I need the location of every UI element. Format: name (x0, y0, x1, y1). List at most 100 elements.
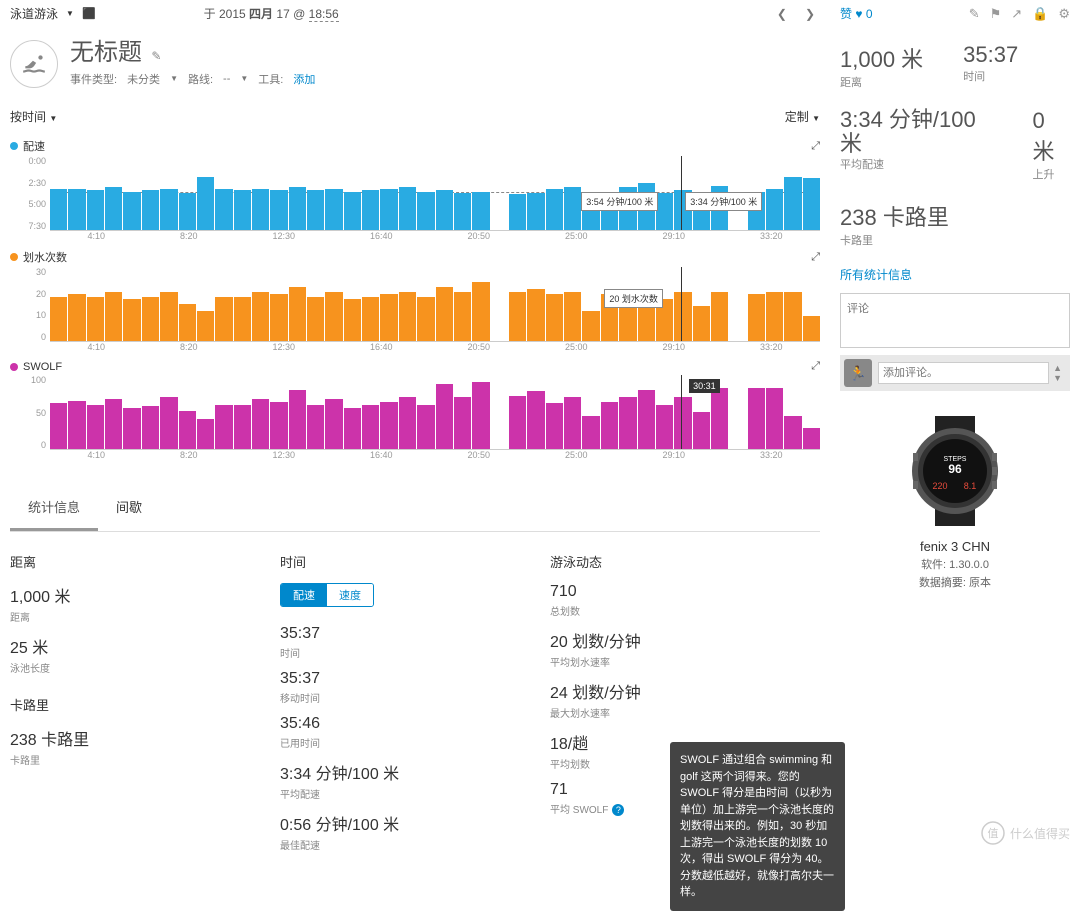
stroke-y-axis: 30 20 10 0 (10, 267, 50, 342)
chart-bar (564, 292, 581, 341)
device-name: fenix 3 CHN (840, 539, 1070, 554)
avg-pace-label: 平均配速 (280, 786, 535, 801)
chart-bar (748, 388, 765, 449)
x-tick: 12:30 (272, 231, 295, 241)
chart-bar (344, 299, 361, 341)
calories-heading: 卡路里 (10, 695, 265, 714)
chart-bar (215, 189, 232, 230)
x-tick: 25:00 (565, 231, 588, 241)
chart-bar (399, 397, 416, 449)
chart-bar (289, 287, 306, 341)
toggle-speed[interactable]: 速度 (327, 584, 373, 606)
sidebar-calories-value: 238 卡路里 (840, 200, 1070, 232)
sidebar-time-label: 时间 (963, 68, 1018, 84)
chart-bar (380, 402, 397, 449)
chart-bar (380, 294, 397, 341)
best-pace-label: 最佳配速 (280, 837, 535, 852)
time-heading: 时间 (280, 552, 535, 571)
prev-activity-icon[interactable]: ❮ (772, 7, 792, 21)
by-time-dropdown[interactable]: 按时间 ▼ (10, 108, 57, 125)
custom-dropdown[interactable]: 定制 ▼ (785, 108, 820, 125)
chart-bar (197, 419, 214, 449)
calories-label: 卡路里 (10, 752, 265, 767)
chart-bar (252, 189, 269, 230)
max-stroke-rate-label: 最大划水速率 (550, 705, 805, 720)
x-tick: 29:10 (662, 342, 685, 352)
all-stats-link[interactable]: 所有统计信息 (840, 266, 1070, 283)
x-tick: 16:40 (370, 450, 393, 460)
like-button[interactable]: 赞 ♥ 0 (840, 5, 873, 22)
chart-bar (399, 187, 416, 230)
chart-bar (68, 189, 85, 230)
tab-stats[interactable]: 统计信息 (10, 485, 98, 531)
route-dropdown-icon[interactable]: ▼ (240, 74, 248, 83)
chart-bar (564, 397, 581, 449)
sidebar-pace-label: 平均配速 (840, 156, 992, 172)
pace-speed-toggle[interactable]: 配速 速度 (280, 583, 374, 607)
event-type-label: 事件类型: (70, 71, 117, 87)
moving-time-value: 35:37 (280, 670, 535, 688)
expand-pace-icon[interactable]: ⤢ (811, 140, 820, 153)
expand-swolf-icon[interactable]: ⤢ (811, 360, 820, 373)
chart-bar (160, 292, 177, 341)
chart-bar (656, 193, 673, 230)
x-tick: 20:50 (467, 342, 490, 352)
activity-type[interactable]: 泳道游泳 (10, 5, 58, 22)
avg-stroke-rate-value: 20 划数/分钟 (550, 628, 805, 652)
chart-bar (784, 177, 801, 230)
event-type-dropdown-icon[interactable]: ▼ (170, 74, 178, 83)
chart-bar (454, 193, 471, 230)
chart-bar (527, 289, 544, 341)
chart-bar (68, 401, 85, 449)
chart-bar (638, 390, 655, 449)
chart-bar (160, 397, 177, 449)
chart-bar (362, 405, 379, 449)
chart-bar (674, 397, 691, 449)
chart-bar (197, 311, 214, 341)
add-comment-input[interactable] (878, 362, 1049, 384)
gear-icon[interactable]: ⚙ (1058, 6, 1070, 22)
chart-bar (436, 190, 453, 230)
moving-time-label: 移动时间 (280, 690, 535, 705)
chart-bar (215, 405, 232, 449)
tools-label: 工具: (258, 71, 283, 87)
x-tick: 20:50 (467, 231, 490, 241)
edit-icon[interactable]: ✎ (969, 6, 980, 22)
svg-text:220: 220 (932, 481, 947, 491)
swolf-help-icon[interactable]: ? (612, 804, 624, 816)
x-tick: 25:00 (565, 342, 588, 352)
chart-bar (436, 287, 453, 341)
expand-stroke-icon[interactable]: ⤢ (811, 251, 820, 264)
chart-bar (472, 282, 489, 341)
avg-stroke-rate-label: 平均划水速率 (550, 654, 805, 669)
chart-bar (105, 292, 122, 341)
comment-spinner-icon[interactable]: ▲▼ (1049, 363, 1066, 383)
share-icon[interactable]: ↗ (1011, 6, 1022, 22)
event-type-value[interactable]: 未分类 (127, 71, 160, 87)
flag-icon[interactable]: ⚑ (990, 6, 1002, 22)
activity-icon (10, 40, 58, 88)
chart-bar (87, 405, 104, 449)
chart-bar (325, 399, 342, 449)
dropdown-icon[interactable]: ▼ (66, 9, 74, 18)
comment-textarea[interactable] (840, 293, 1070, 348)
chart-bar (509, 194, 526, 230)
toggle-pace[interactable]: 配速 (281, 584, 327, 606)
chart-bar (417, 192, 434, 230)
tools-add-link[interactable]: 添加 (293, 71, 315, 87)
chart-bar (344, 192, 361, 230)
x-tick: 8:20 (180, 231, 198, 241)
chart-bar (766, 388, 783, 449)
chart-bar (711, 388, 728, 449)
x-tick: 20:50 (467, 450, 490, 460)
lock-icon[interactable]: 🔒 (1032, 6, 1048, 22)
route-value[interactable]: -- (223, 73, 230, 85)
edit-title-icon[interactable]: ✎ (151, 49, 161, 63)
avg-pace-value: 3:34 分钟/100 米 (280, 760, 535, 784)
chart-bar (50, 189, 67, 230)
next-activity-icon[interactable]: ❯ (800, 7, 820, 21)
chart-bar (307, 190, 324, 230)
chart-bar (527, 193, 544, 230)
tab-laps[interactable]: 间歇 (98, 485, 160, 531)
x-tick: 8:20 (180, 450, 198, 460)
